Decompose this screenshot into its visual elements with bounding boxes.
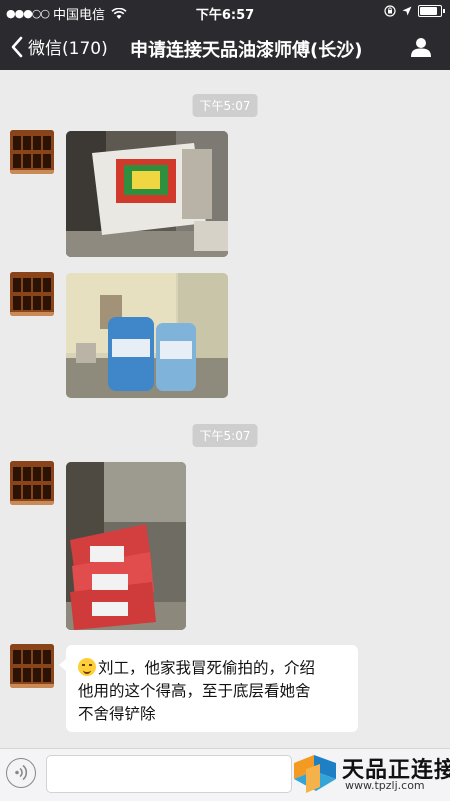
nav-bar: 微信(170) 申请连接天品油漆师傅(长沙) [0, 24, 450, 70]
chat-title: 申请连接天品油漆师傅(长沙) [130, 40, 363, 61]
photo-bags-on-floor [66, 131, 228, 257]
avatar-shelves-image [10, 644, 54, 688]
status-time: 下午6:57 [195, 8, 255, 23]
avatar-shelves-image [10, 130, 54, 174]
photo-message[interactable] [66, 462, 186, 630]
battery-icon [418, 5, 445, 17]
photo-stacked-bags [66, 462, 186, 630]
text-line: 他用的这个得高，至于底层看她舍 [78, 682, 311, 700]
back-label: 微信(170) [28, 39, 108, 59]
smirk-emoji-icon [78, 658, 96, 676]
avatar-shelves-image [10, 272, 54, 316]
watermark-url: www.tpzlj.com [345, 779, 425, 792]
photo-message[interactable] [66, 273, 228, 398]
back-button[interactable]: 微信(170) [10, 34, 108, 59]
status-bar: ●●●○○ 中国电信 下午6:57 [0, 0, 450, 24]
avatar[interactable] [10, 461, 54, 505]
timestamp: 下午5:07 [192, 94, 258, 117]
status-right [384, 5, 445, 17]
avatar[interactable] [10, 272, 54, 316]
text-line-content: 刘工，他家我冒死偷拍的，介绍 [98, 659, 316, 677]
message-input[interactable] [46, 755, 292, 793]
avatar[interactable] [10, 130, 54, 174]
text-message-bubble[interactable]: 刘工，他家我冒死偷拍的，介绍 他用的这个得高，至于底层看她舍 不舍得铲除 [59, 645, 358, 732]
avatar-shelves-image [10, 461, 54, 505]
voice-icon [15, 764, 28, 781]
voice-button[interactable] [6, 758, 36, 788]
timestamp: 下午5:07 [192, 424, 258, 447]
avatar[interactable] [10, 644, 54, 688]
orientation-lock-icon [384, 5, 396, 17]
location-arrow-icon [402, 6, 412, 16]
text-line: 不舍得铲除 [78, 705, 156, 723]
chevron-left-icon [11, 36, 23, 57]
watermark: 天品正连接 www.tpzlj.com [290, 748, 450, 800]
photo-paint-buckets [66, 273, 228, 398]
text-line: 刘工，他家我冒死偷拍的，介绍 [78, 657, 346, 680]
person-icon[interactable] [410, 36, 432, 58]
cube-logo-icon [294, 755, 336, 793]
photo-message[interactable] [66, 131, 228, 257]
